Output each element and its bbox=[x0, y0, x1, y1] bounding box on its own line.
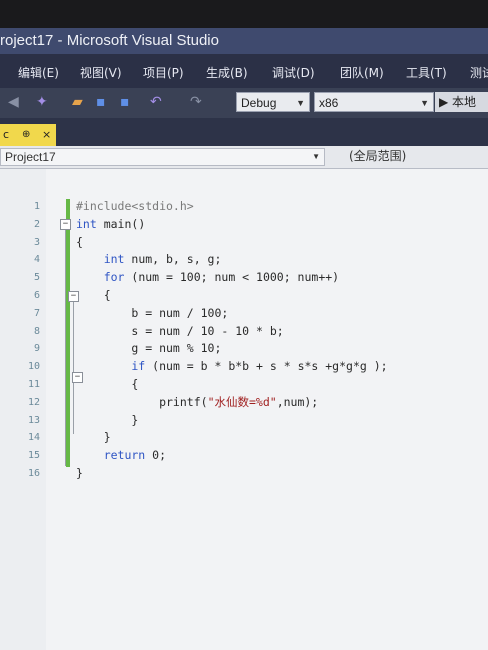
close-icon[interactable]: × bbox=[42, 124, 51, 146]
document-tab-strip: c ⊕ × bbox=[0, 118, 488, 146]
keyword-token: return bbox=[76, 448, 146, 462]
line-number: 4 bbox=[33, 254, 40, 265]
fold-guide-line bbox=[65, 230, 66, 466]
string-token: "水仙数=%d" bbox=[207, 395, 277, 409]
menu-tools[interactable]: 工具(T) bbox=[406, 64, 447, 81]
line-number: 16 bbox=[27, 468, 40, 479]
menu-team[interactable]: 团队(M) bbox=[340, 64, 384, 81]
menu-build[interactable]: 生成(B) bbox=[206, 64, 248, 81]
redo-icon[interactable]: ↷ bbox=[190, 94, 202, 110]
open-folder-icon[interactable]: ▰ bbox=[72, 94, 83, 110]
tab-label: c bbox=[3, 128, 10, 141]
code-token: main() bbox=[96, 217, 146, 231]
code-line[interactable]: } bbox=[76, 429, 111, 445]
code-token: } bbox=[76, 430, 111, 444]
line-number: 7 bbox=[33, 308, 40, 319]
line-number: 12 bbox=[27, 397, 40, 408]
keyword-token: if bbox=[76, 359, 146, 373]
chevron-down-icon: ▼ bbox=[420, 98, 429, 108]
visual-studio-window: roject17 - Microsoft Visual Studio 编辑(E)… bbox=[0, 28, 488, 650]
line-number: 11 bbox=[27, 379, 40, 390]
code-token: num, b, s, g; bbox=[124, 252, 222, 266]
title-bar: roject17 - Microsoft Visual Studio bbox=[0, 28, 488, 54]
chevron-down-icon: ▼ bbox=[296, 98, 305, 108]
preprocessor-token: #include<stdio.h> bbox=[76, 199, 194, 213]
chevron-down-icon: ▼ bbox=[312, 152, 320, 161]
code-token: ,num); bbox=[276, 395, 319, 409]
line-number: 15 bbox=[27, 450, 40, 461]
platform-value: x86 bbox=[319, 96, 339, 110]
save-icon[interactable]: ▪ bbox=[96, 94, 106, 110]
code-line[interactable]: } bbox=[76, 412, 138, 428]
line-number: 1 bbox=[33, 201, 40, 212]
code-line[interactable]: #include<stdio.h> bbox=[76, 198, 194, 214]
code-token: { bbox=[76, 235, 83, 249]
solution-config-dropdown[interactable]: Debug ▼ bbox=[236, 92, 310, 112]
code-token: } bbox=[76, 413, 139, 427]
code-line[interactable]: int main() bbox=[76, 216, 145, 232]
menu-debug[interactable]: 调试(D) bbox=[272, 64, 315, 81]
line-number: 13 bbox=[27, 415, 40, 426]
undo-icon[interactable]: ↶ bbox=[150, 94, 162, 110]
code-token: { bbox=[76, 377, 139, 391]
line-number: 8 bbox=[33, 326, 40, 337]
config-value: Debug bbox=[241, 96, 277, 110]
scope-dropdown[interactable]: (全局范围) bbox=[345, 148, 479, 166]
code-token: } bbox=[76, 466, 83, 480]
code-token: printf( bbox=[76, 395, 208, 409]
menu-bar: 编辑(E) 视图(V) 项目(P) 生成(B) 调试(D) 团队(M) 工具(T… bbox=[0, 54, 488, 88]
line-number: 9 bbox=[33, 343, 40, 354]
code-line[interactable]: } bbox=[76, 465, 83, 481]
code-line[interactable]: return 0; bbox=[76, 447, 166, 463]
code-line[interactable]: g = num % 10; bbox=[76, 340, 221, 356]
start-debugging-button[interactable]: ▶ 本地 bbox=[435, 92, 488, 112]
menu-edit[interactable]: 编辑(E) bbox=[18, 64, 59, 81]
navigation-bar: Project17 ▼ (全局范围) bbox=[0, 146, 488, 169]
keyword-token: int bbox=[76, 252, 125, 266]
code-line[interactable]: { bbox=[76, 287, 111, 303]
back-nav-icon[interactable]: ◀ bbox=[8, 94, 19, 110]
code-token: s = num / 10 - 10 * b; bbox=[76, 324, 284, 338]
code-token: (num = 100; num < 1000; num++) bbox=[124, 270, 340, 284]
code-line[interactable]: int num, b, s, g; bbox=[76, 251, 222, 267]
standard-toolbar: ◀ ✦ ▰ ▪ ▪ ↶ ↷ Debug ▼ x86 ▼ ▶ 本地 bbox=[0, 88, 488, 118]
menu-test[interactable]: 测试 bbox=[470, 64, 488, 81]
menu-view[interactable]: 视图(V) bbox=[80, 64, 122, 81]
code-line[interactable]: if (num = b * b*b + s * s*s +g*g*g ); bbox=[76, 358, 388, 374]
code-token: b = num / 100; bbox=[76, 306, 229, 320]
line-number: 2 bbox=[33, 219, 40, 230]
line-number: 14 bbox=[27, 432, 40, 443]
tab-source-file[interactable]: c ⊕ × bbox=[0, 124, 56, 146]
line-number: 6 bbox=[33, 290, 40, 301]
code-editor[interactable]: − − − 1 #include<stdio.h> 2 int main() 3{4 i… bbox=[0, 169, 488, 650]
platform-dropdown[interactable]: x86 ▼ bbox=[314, 92, 434, 112]
code-line[interactable]: { bbox=[76, 376, 138, 392]
line-number: 3 bbox=[33, 237, 40, 248]
window-title: roject17 - Microsoft Visual Studio bbox=[0, 32, 219, 49]
code-token: { bbox=[76, 288, 111, 302]
keyword-token: for bbox=[76, 270, 125, 284]
change-tracking-bar bbox=[66, 199, 70, 467]
code-line[interactable]: printf("水仙数=%d",num); bbox=[76, 394, 318, 410]
line-number: 5 bbox=[33, 272, 40, 283]
code-token: (num = b * b*b + s * s*s +g*g*g ); bbox=[145, 359, 388, 373]
code-token: 0; bbox=[145, 448, 167, 462]
pin-icon[interactable]: ⊕ bbox=[22, 124, 30, 146]
menu-project[interactable]: 项目(P) bbox=[143, 64, 184, 81]
fold-guide-line bbox=[73, 302, 74, 434]
collapse-toggle-icon[interactable]: − bbox=[60, 219, 71, 230]
new-project-icon[interactable]: ✦ bbox=[36, 94, 48, 110]
save-all-icon[interactable]: ▪ bbox=[120, 94, 130, 110]
keyword-token: int bbox=[76, 217, 97, 231]
project-name: Project17 bbox=[5, 150, 56, 164]
code-line[interactable]: { bbox=[76, 234, 83, 250]
code-token: g = num % 10; bbox=[76, 341, 222, 355]
code-line[interactable]: s = num / 10 - 10 * b; bbox=[76, 323, 284, 339]
code-line[interactable]: for (num = 100; num < 1000; num++) bbox=[76, 269, 339, 285]
line-number: 10 bbox=[27, 361, 40, 372]
project-dropdown[interactable]: Project17 ▼ bbox=[0, 148, 325, 166]
code-line[interactable]: b = num / 100; bbox=[76, 305, 228, 321]
